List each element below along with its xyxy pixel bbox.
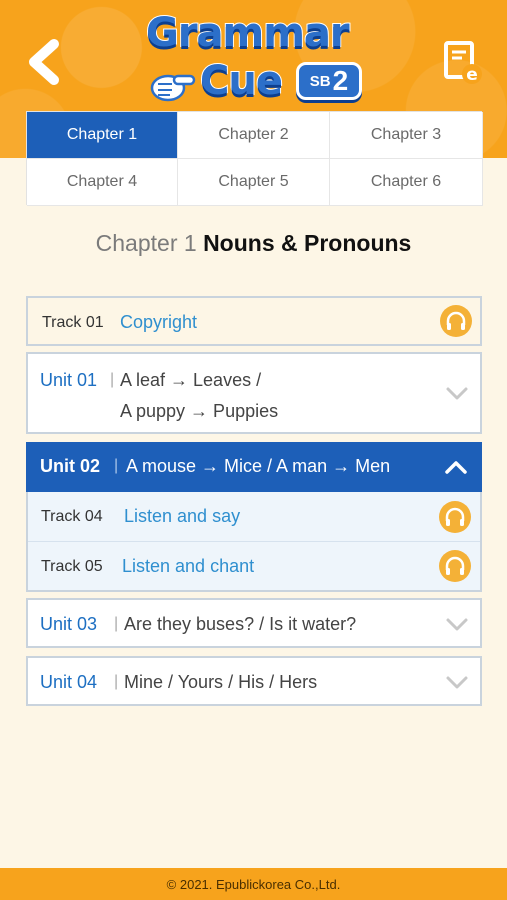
- track-title: Listen and chant: [122, 556, 255, 576]
- unit-text: A mouse → Mice / A man → Men: [126, 456, 391, 476]
- chevron-down-icon[interactable]: [445, 386, 469, 402]
- unit-separator: |: [114, 615, 119, 632]
- unit-text-line1: A leaf → Leaves /: [120, 370, 262, 390]
- headphones-icon: [445, 507, 465, 526]
- ebook-button[interactable]: e: [443, 40, 483, 86]
- unit-label: Unit 02: [40, 456, 101, 476]
- chevron-down-icon[interactable]: [445, 617, 469, 633]
- unit-label: Unit 04: [40, 672, 98, 692]
- unit-row-01[interactable]: Unit 01 | A leaf → Leaves / A puppy → Pu…: [26, 352, 482, 434]
- unit-row-04[interactable]: Unit 04 | Mine / Yours / His / Hers: [26, 656, 482, 706]
- logo-word-grammar: Grammar: [145, 9, 351, 57]
- unit-row-03[interactable]: Unit 03 | Are they buses? / Is it water?: [26, 598, 482, 648]
- track-label: Track 05: [41, 558, 103, 575]
- unit-text: Are they buses? / Is it water?: [124, 614, 357, 634]
- footer: © 2021. Epublickorea Co.,Ltd.: [0, 868, 507, 900]
- unit-header-02[interactable]: Unit 02 | A mouse → Mice / A man → Men: [26, 442, 482, 492]
- tab-chapter-4[interactable]: Chapter 4: [27, 159, 178, 206]
- unit-separator: |: [114, 673, 119, 690]
- tab-chapter-5[interactable]: Chapter 5: [178, 159, 330, 206]
- unit-text-line2: A puppy → Puppies: [120, 401, 279, 421]
- unit-separator: |: [114, 457, 119, 474]
- unit-row-02-expanded: Unit 02 | A mouse → Mice / A man → Men T…: [26, 442, 482, 592]
- back-button[interactable]: [22, 38, 66, 86]
- headphones-icon: [445, 556, 465, 575]
- tab-chapter-3[interactable]: Chapter 3: [330, 112, 483, 159]
- logo-badge: SB 2: [296, 62, 362, 100]
- ebook-icon: e: [444, 41, 482, 85]
- unit-text: Mine / Yours / His / Hers: [124, 672, 318, 692]
- tab-chapter-6[interactable]: Chapter 6: [330, 159, 483, 206]
- badge-number: 2: [332, 65, 349, 96]
- tab-chapter-1[interactable]: Chapter 1: [27, 112, 178, 159]
- track-title: Listen and say: [124, 506, 241, 526]
- chevron-left-icon: [29, 39, 59, 85]
- unit-label: Unit 03: [40, 614, 98, 634]
- chapter-heading-name: Nouns & Pronouns: [203, 230, 412, 256]
- badge-prefix: SB: [309, 72, 331, 90]
- play-audio-button[interactable]: [440, 305, 472, 337]
- track-row-01[interactable]: Track 01 Copyright: [26, 296, 482, 346]
- pointing-hand-icon: [150, 74, 196, 102]
- logo-word-cue: Cue: [199, 57, 284, 105]
- headphones-icon: [446, 311, 466, 330]
- unit-separator: |: [110, 371, 115, 388]
- play-audio-button[interactable]: [439, 501, 471, 533]
- chapter-heading-prefix: Chapter 1: [95, 230, 197, 256]
- chevron-up-icon[interactable]: [444, 459, 468, 475]
- unit-label: Unit 01: [40, 370, 98, 390]
- track-row-04[interactable]: Track 04 Listen and say: [28, 492, 480, 542]
- copyright-text: © 2021. Epublickorea Co.,Ltd.: [166, 876, 341, 892]
- track-title: Copyright: [120, 312, 198, 332]
- track-label: Track 01: [42, 314, 104, 331]
- play-audio-button[interactable]: [439, 550, 471, 582]
- app-logo: Grammar Cue SB 2: [140, 6, 370, 106]
- chapter-heading: Chapter 1 Nouns & Pronouns: [0, 230, 507, 257]
- svg-text:e: e: [466, 65, 478, 85]
- tab-chapter-2[interactable]: Chapter 2: [178, 112, 330, 159]
- chapter-tabs: Chapter 1 Chapter 2 Chapter 3 Chapter 4 …: [26, 111, 483, 206]
- track-row-05[interactable]: Track 05 Listen and chant: [28, 542, 480, 590]
- chevron-down-icon[interactable]: [445, 675, 469, 691]
- track-label: Track 04: [41, 508, 103, 525]
